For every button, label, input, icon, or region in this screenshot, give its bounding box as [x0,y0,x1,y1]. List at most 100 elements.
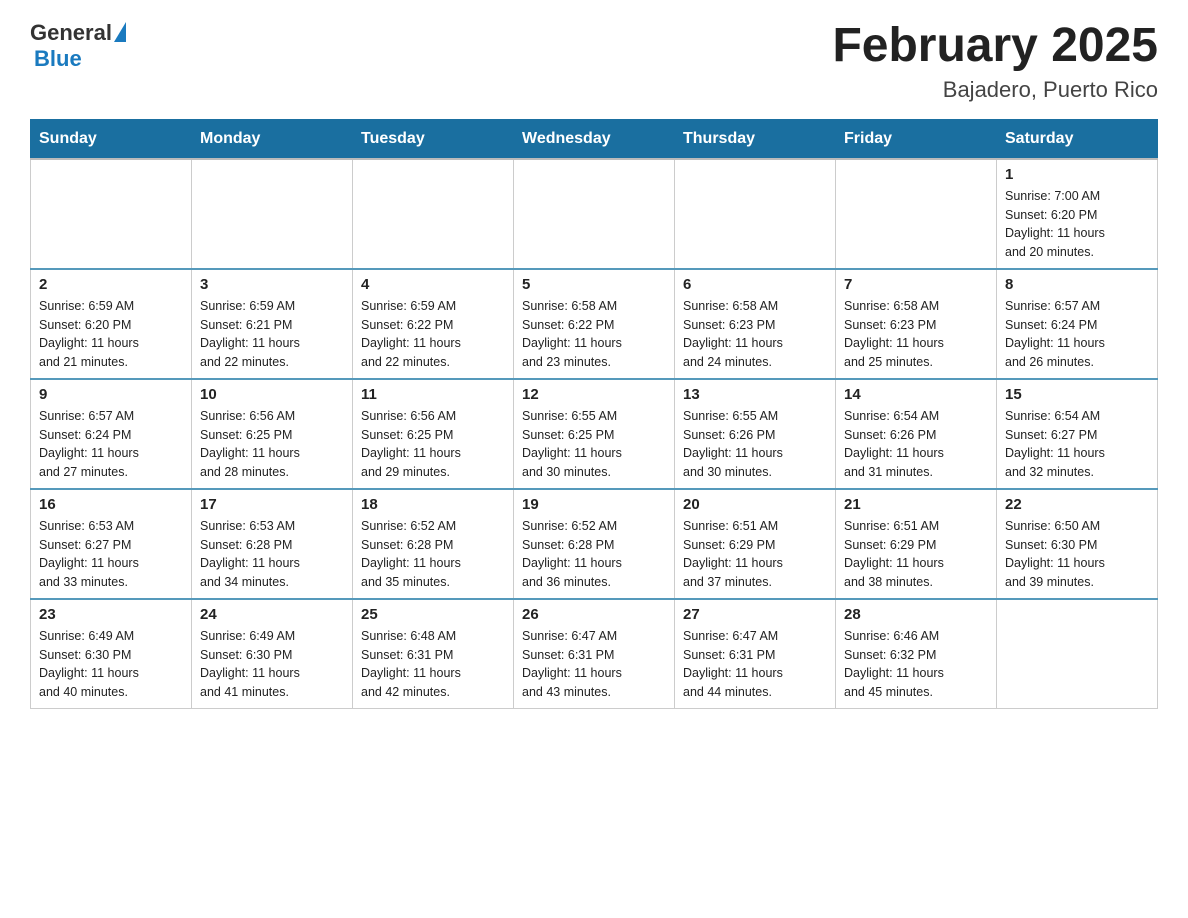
day-number: 11 [361,386,505,403]
calendar-cell: 3 Sunrise: 6:59 AM Sunset: 6:21 PM Daylig… [192,269,353,379]
calendar-cell: 4 Sunrise: 6:59 AM Sunset: 6:22 PM Daylig… [353,269,514,379]
calendar-cell: 8 Sunrise: 6:57 AM Sunset: 6:24 PM Daylig… [997,269,1158,379]
day-info: Sunrise: 6:59 AM Sunset: 6:22 PM Dayligh… [361,297,505,372]
day-info: Sunrise: 6:46 AM Sunset: 6:32 PM Dayligh… [844,627,988,702]
day-info: Sunrise: 6:54 AM Sunset: 6:27 PM Dayligh… [1005,407,1149,482]
day-number: 19 [522,496,666,513]
day-number: 9 [39,386,183,403]
day-info: Sunrise: 6:56 AM Sunset: 6:25 PM Dayligh… [200,407,344,482]
calendar-cell: 22 Sunrise: 6:50 AM Sunset: 6:30 PM Dayli… [997,489,1158,599]
calendar-cell: 20 Sunrise: 6:51 AM Sunset: 6:29 PM Dayli… [675,489,836,599]
logo-general-text: General [30,20,112,46]
calendar-cell: 23 Sunrise: 6:49 AM Sunset: 6:30 PM Dayli… [31,599,192,709]
day-number: 28 [844,606,988,623]
day-info: Sunrise: 6:53 AM Sunset: 6:28 PM Dayligh… [200,517,344,592]
calendar-cell: 9 Sunrise: 6:57 AM Sunset: 6:24 PM Daylig… [31,379,192,489]
day-info: Sunrise: 6:48 AM Sunset: 6:31 PM Dayligh… [361,627,505,702]
day-info: Sunrise: 6:58 AM Sunset: 6:23 PM Dayligh… [683,297,827,372]
calendar-cell: 16 Sunrise: 6:53 AM Sunset: 6:27 PM Dayli… [31,489,192,599]
day-info: Sunrise: 6:58 AM Sunset: 6:23 PM Dayligh… [844,297,988,372]
day-info: Sunrise: 6:51 AM Sunset: 6:29 PM Dayligh… [844,517,988,592]
week-row-3: 16 Sunrise: 6:53 AM Sunset: 6:27 PM Dayli… [31,489,1158,599]
calendar-table: SundayMondayTuesdayWednesdayThursdayFrid… [30,119,1158,710]
day-number: 4 [361,276,505,293]
day-info: Sunrise: 6:53 AM Sunset: 6:27 PM Dayligh… [39,517,183,592]
header-monday: Monday [192,119,353,159]
day-number: 15 [1005,386,1149,403]
calendar-cell [31,159,192,269]
day-number: 24 [200,606,344,623]
header-thursday: Thursday [675,119,836,159]
calendar-cell: 12Sunrise: 6:55 AM Sunset: 6:25 PM Dayli… [514,379,675,489]
calendar-cell [675,159,836,269]
day-number: 22 [1005,496,1149,513]
day-number: 7 [844,276,988,293]
calendar-cell [192,159,353,269]
calendar-cell: 27Sunrise: 6:47 AM Sunset: 6:31 PM Dayli… [675,599,836,709]
day-info: Sunrise: 6:55 AM Sunset: 6:26 PM Dayligh… [683,407,827,482]
calendar-cell [836,159,997,269]
calendar-cell [353,159,514,269]
header-saturday: Saturday [997,119,1158,159]
calendar-cell: 21 Sunrise: 6:51 AM Sunset: 6:29 PM Dayli… [836,489,997,599]
calendar-cell [997,599,1158,709]
week-row-4: 23 Sunrise: 6:49 AM Sunset: 6:30 PM Dayli… [31,599,1158,709]
day-info: Sunrise: 6:58 AM Sunset: 6:22 PM Dayligh… [522,297,666,372]
calendar-cell: 19Sunrise: 6:52 AM Sunset: 6:28 PM Dayli… [514,489,675,599]
day-number: 10 [200,386,344,403]
day-number: 27 [683,606,827,623]
day-number: 23 [39,606,183,623]
day-number: 25 [361,606,505,623]
logo: General Blue [30,20,126,72]
day-number: 20 [683,496,827,513]
day-info: Sunrise: 6:52 AM Sunset: 6:28 PM Dayligh… [361,517,505,592]
day-info: Sunrise: 6:51 AM Sunset: 6:29 PM Dayligh… [683,517,827,592]
day-info: Sunrise: 6:50 AM Sunset: 6:30 PM Dayligh… [1005,517,1149,592]
calendar-cell: 14 Sunrise: 6:54 AM Sunset: 6:26 PM Dayli… [836,379,997,489]
day-number: 26 [522,606,666,623]
calendar-cell: 26 Sunrise: 6:47 AM Sunset: 6:31 PM Dayli… [514,599,675,709]
day-number: 2 [39,276,183,293]
calendar-cell: 17Sunrise: 6:53 AM Sunset: 6:28 PM Dayli… [192,489,353,599]
day-info: Sunrise: 7:00 AM Sunset: 6:20 PM Dayligh… [1005,187,1149,262]
day-info: Sunrise: 6:49 AM Sunset: 6:30 PM Dayligh… [200,627,344,702]
header-friday: Friday [836,119,997,159]
logo-blue-text: Blue [34,46,82,72]
calendar-cell: 1 Sunrise: 7:00 AM Sunset: 6:20 PM Daylig… [997,159,1158,269]
calendar-cell: 5 Sunrise: 6:58 AM Sunset: 6:22 PM Daylig… [514,269,675,379]
title-area: February 2025 Bajadero, Puerto Rico [832,20,1158,103]
calendar-title: February 2025 [832,20,1158,73]
day-number: 3 [200,276,344,293]
calendar-cell: 2 Sunrise: 6:59 AM Sunset: 6:20 PM Daylig… [31,269,192,379]
page-header: General Blue February 2025 Bajadero, Pue… [30,20,1158,103]
header-sunday: Sunday [31,119,192,159]
day-info: Sunrise: 6:56 AM Sunset: 6:25 PM Dayligh… [361,407,505,482]
calendar-cell: 13Sunrise: 6:55 AM Sunset: 6:26 PM Dayli… [675,379,836,489]
day-number: 5 [522,276,666,293]
day-info: Sunrise: 6:59 AM Sunset: 6:21 PM Dayligh… [200,297,344,372]
calendar-cell: 18 Sunrise: 6:52 AM Sunset: 6:28 PM Dayli… [353,489,514,599]
day-info: Sunrise: 6:57 AM Sunset: 6:24 PM Dayligh… [1005,297,1149,372]
day-number: 16 [39,496,183,513]
day-info: Sunrise: 6:49 AM Sunset: 6:30 PM Dayligh… [39,627,183,702]
calendar-cell: 7 Sunrise: 6:58 AM Sunset: 6:23 PM Daylig… [836,269,997,379]
day-info: Sunrise: 6:54 AM Sunset: 6:26 PM Dayligh… [844,407,988,482]
day-info: Sunrise: 6:55 AM Sunset: 6:25 PM Dayligh… [522,407,666,482]
header-row: SundayMondayTuesdayWednesdayThursdayFrid… [31,119,1158,159]
calendar-cell: 15 Sunrise: 6:54 AM Sunset: 6:27 PM Dayli… [997,379,1158,489]
day-info: Sunrise: 6:57 AM Sunset: 6:24 PM Dayligh… [39,407,183,482]
calendar-cell: 28 Sunrise: 6:46 AM Sunset: 6:32 PM Dayli… [836,599,997,709]
day-number: 21 [844,496,988,513]
day-number: 1 [1005,166,1149,183]
day-number: 8 [1005,276,1149,293]
calendar-cell: 11 Sunrise: 6:56 AM Sunset: 6:25 PM Dayli… [353,379,514,489]
calendar-cell: 25 Sunrise: 6:48 AM Sunset: 6:31 PM Dayli… [353,599,514,709]
day-info: Sunrise: 6:47 AM Sunset: 6:31 PM Dayligh… [522,627,666,702]
calendar-cell: 10 Sunrise: 6:56 AM Sunset: 6:25 PM Dayli… [192,379,353,489]
day-info: Sunrise: 6:59 AM Sunset: 6:20 PM Dayligh… [39,297,183,372]
day-number: 6 [683,276,827,293]
day-number: 14 [844,386,988,403]
calendar-cell [514,159,675,269]
day-number: 18 [361,496,505,513]
calendar-cell: 24 Sunrise: 6:49 AM Sunset: 6:30 PM Dayli… [192,599,353,709]
